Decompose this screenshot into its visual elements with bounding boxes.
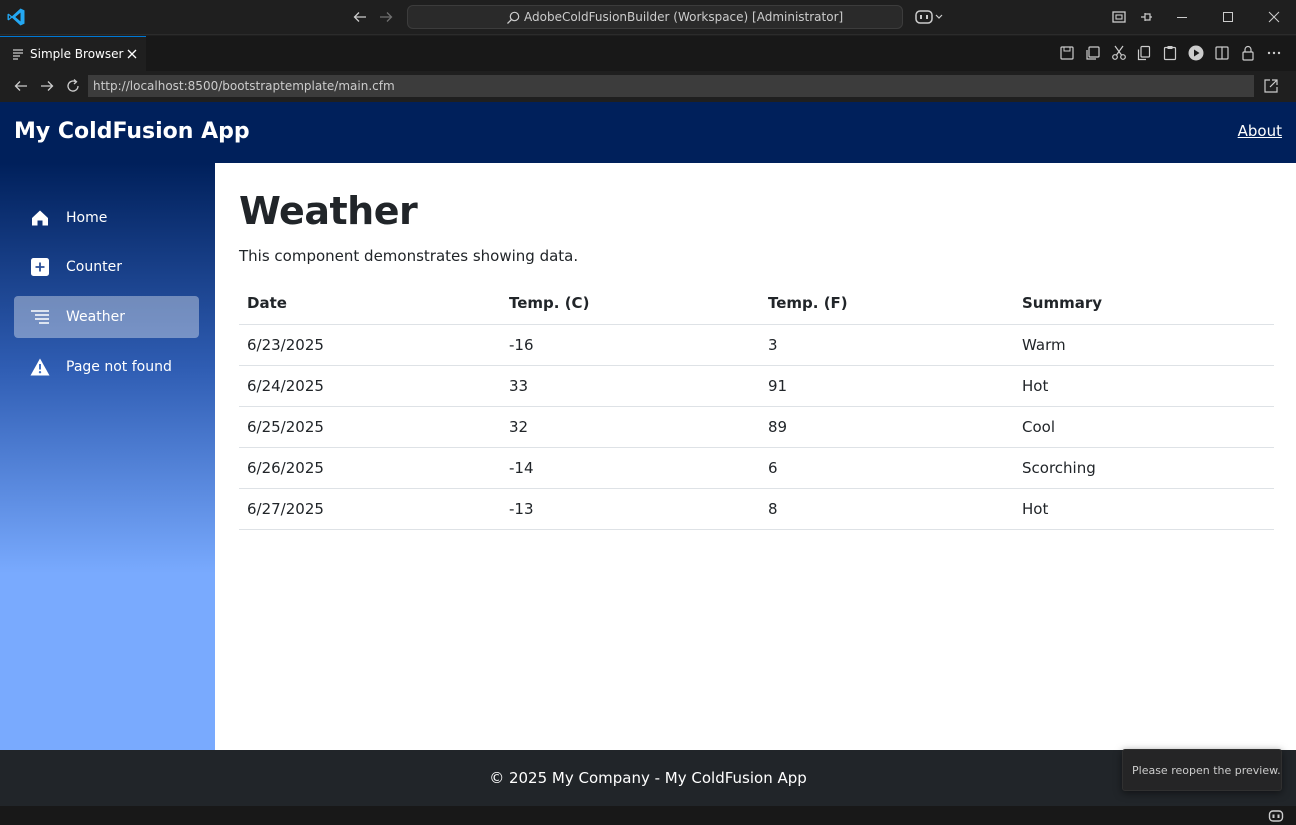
sidebar-item-label: Weather xyxy=(66,309,125,325)
weather-table: Date Temp. (C) Temp. (F) Summary 6/23/20… xyxy=(239,282,1274,530)
search-icon xyxy=(507,11,520,24)
cell-date: 6/24/2025 xyxy=(239,365,501,407)
sidebar-item-label: Home xyxy=(66,210,108,226)
cell-summary: Warm xyxy=(1014,324,1274,366)
minimize-button[interactable] xyxy=(1159,0,1205,35)
paste-icon[interactable] xyxy=(1161,44,1179,62)
run-icon[interactable] xyxy=(1187,44,1205,62)
warning-icon xyxy=(30,358,50,376)
preview-icon xyxy=(13,49,23,60)
cell-date: 6/26/2025 xyxy=(239,447,501,489)
vscode-logo-icon xyxy=(7,8,25,26)
cell-temp-f: 89 xyxy=(760,406,1014,448)
column-header-summary: Summary xyxy=(1014,282,1274,325)
browser-address-bar xyxy=(0,71,1296,102)
column-header-temp-f: Temp. (F) xyxy=(760,282,1014,325)
app-navbar: My ColdFusion App About xyxy=(0,102,1296,163)
maximize-icon xyxy=(1223,12,1233,22)
copy-icon[interactable] xyxy=(1135,44,1153,62)
sidebar-item-home[interactable]: Home xyxy=(14,197,199,239)
cell-temp-f: 8 xyxy=(760,488,1014,530)
title-bar: AdobeColdFusionBuilder (Workspace) [Admi… xyxy=(0,0,1296,35)
tab-label: Simple Browser xyxy=(30,47,124,61)
table-row: 6/27/2025 -13 8 Hot xyxy=(239,488,1274,530)
maximize-button[interactable] xyxy=(1205,0,1251,35)
cell-temp-c: -14 xyxy=(501,447,760,489)
cell-temp-f: 3 xyxy=(760,324,1014,366)
cell-temp-f: 91 xyxy=(760,365,1014,407)
web-page: My ColdFusion App About Home Counter Wea… xyxy=(0,102,1296,750)
sidebar-item-label: Counter xyxy=(66,259,122,275)
tab-close-icon[interactable] xyxy=(124,46,140,62)
page-title: Weather xyxy=(239,189,418,233)
table-row: 6/25/2025 32 89 Cool xyxy=(239,406,1274,448)
cut-icon[interactable] xyxy=(1110,44,1128,62)
status-bar xyxy=(0,806,1296,825)
close-window-button[interactable] xyxy=(1251,0,1296,35)
cell-temp-c: 32 xyxy=(501,406,760,448)
about-link[interactable]: About xyxy=(1238,122,1282,140)
save-all-icon[interactable] xyxy=(1084,44,1102,62)
app-brand[interactable]: My ColdFusion App xyxy=(14,119,250,144)
save-icon[interactable] xyxy=(1058,44,1076,62)
cell-temp-c: -13 xyxy=(501,488,760,530)
minimize-icon xyxy=(1177,17,1187,18)
sidebar-item-label: Page not found xyxy=(66,359,172,375)
page-description: This component demonstrates showing data… xyxy=(239,247,579,265)
cell-summary: Cool xyxy=(1014,406,1274,448)
lock-icon[interactable] xyxy=(1239,44,1257,62)
reload-icon[interactable] xyxy=(64,77,82,95)
notification-toast[interactable]: Please reopen the preview. xyxy=(1122,749,1282,791)
sidebar-item-page-not-found[interactable]: Page not found xyxy=(14,346,199,388)
toast-message: Please reopen the preview. xyxy=(1132,764,1281,777)
column-header-temp-c: Temp. (C) xyxy=(501,282,760,325)
split-editor-icon[interactable] xyxy=(1213,44,1231,62)
editor-tab-bar: Simple Browser xyxy=(0,36,1296,71)
browser-forward-icon[interactable] xyxy=(38,77,56,95)
copilot-menu-icon[interactable] xyxy=(914,8,946,26)
sidebar-item-weather[interactable]: Weather xyxy=(14,296,199,338)
command-center[interactable]: AdobeColdFusionBuilder (Workspace) [Admi… xyxy=(407,5,903,29)
sidebar: Home Counter Weather Page not found xyxy=(0,163,215,750)
cell-summary: Scorching xyxy=(1014,447,1274,489)
footer-text: © 2025 My Company - My ColdFusion App xyxy=(489,769,807,787)
main-content: Weather This component demonstrates show… xyxy=(215,163,1296,750)
home-icon xyxy=(32,210,48,226)
close-icon xyxy=(1268,11,1280,23)
command-center-label: AdobeColdFusionBuilder (Workspace) [Admi… xyxy=(524,10,844,24)
app-footer: © 2025 My Company - My ColdFusion App xyxy=(0,750,1296,806)
copilot-status-icon[interactable] xyxy=(1268,808,1284,824)
forward-arrow-icon[interactable] xyxy=(377,8,395,26)
column-header-date: Date xyxy=(239,282,501,325)
cell-date: 6/27/2025 xyxy=(239,488,501,530)
cell-temp-c: -16 xyxy=(501,324,760,366)
cell-temp-c: 33 xyxy=(501,365,760,407)
list-icon xyxy=(31,310,49,324)
plus-square-icon xyxy=(31,258,49,276)
back-arrow-icon[interactable] xyxy=(351,8,369,26)
open-in-browser-icon[interactable] xyxy=(1262,77,1280,95)
sidebar-item-counter[interactable]: Counter xyxy=(14,246,199,288)
table-header-row: Date Temp. (C) Temp. (F) Summary xyxy=(239,282,1274,325)
more-actions-icon[interactable] xyxy=(1265,44,1283,62)
cell-date: 6/25/2025 xyxy=(239,406,501,448)
table-row: 6/24/2025 33 91 Hot xyxy=(239,365,1274,407)
cell-summary: Hot xyxy=(1014,488,1274,530)
table-row: 6/26/2025 -14 6 Scorching xyxy=(239,447,1274,489)
browser-back-icon[interactable] xyxy=(12,77,30,95)
table-row: 6/23/2025 -16 3 Warm xyxy=(239,324,1274,366)
url-input[interactable] xyxy=(88,75,1254,97)
pin-icon[interactable] xyxy=(1137,8,1155,26)
layout-customize-icon[interactable] xyxy=(1110,8,1128,26)
cell-summary: Hot xyxy=(1014,365,1274,407)
cell-date: 6/23/2025 xyxy=(239,324,501,366)
cell-temp-f: 6 xyxy=(760,447,1014,489)
tab-simple-browser[interactable]: Simple Browser xyxy=(0,36,146,71)
